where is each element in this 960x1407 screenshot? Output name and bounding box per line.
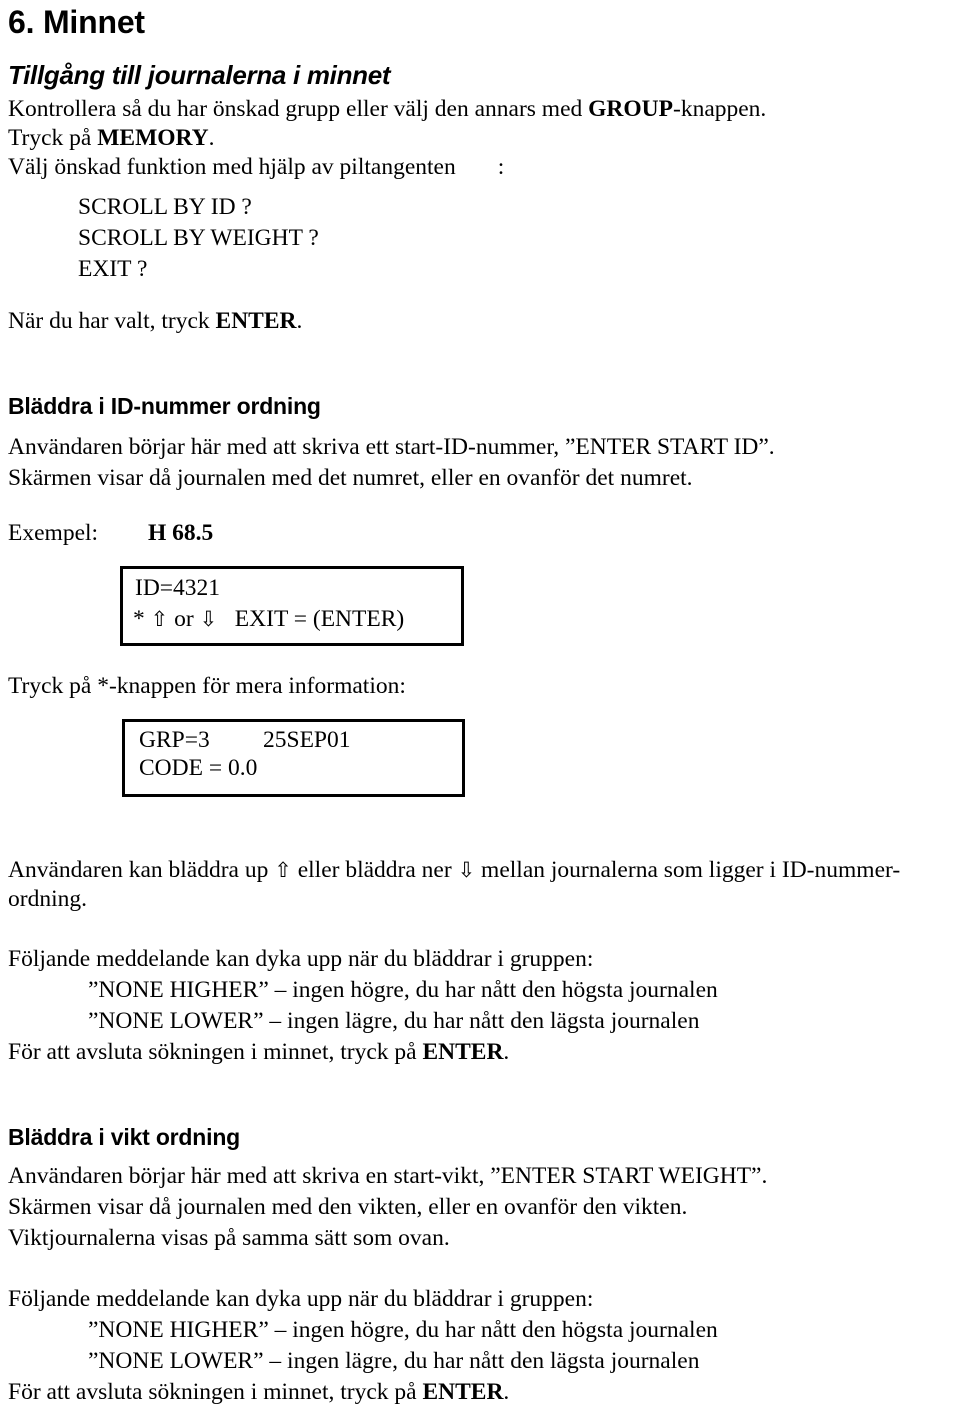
lcd-display-id: ID=4321 * ⇧ or ⇩ EXIT = (ENTER) (120, 566, 464, 646)
intro-line-enter-post: . (296, 308, 303, 334)
document-page: 6. Minnet Tillgång till journalerna i mi… (0, 0, 960, 1405)
messages2-none-lower: ”NONE LOWER” – ingen lägre, du har nått … (88, 1348, 700, 1374)
id-order-line-1: Användaren börjar här med att skriva ett… (8, 434, 775, 460)
messages1-exit-post: . (503, 1039, 510, 1065)
weight-order-line-1: Användaren börjar här med att skriva en … (8, 1163, 768, 1189)
section-heading-id-order: Bläddra i ID-nummer ordning (8, 393, 321, 419)
arrow-up-icon: ⇧ (150, 607, 169, 631)
messages2-exit-post: . (503, 1379, 510, 1405)
press-star-line: Tryck på *-knappen för mera information: (8, 673, 406, 699)
messages1-exit-line: För att avsluta sökningen i minnet, tryc… (8, 1038, 509, 1067)
messages2-none-higher: ”NONE HIGHER” – ingen högre, du har nått… (88, 1317, 718, 1343)
example-label: Exempel: (8, 520, 99, 546)
messages2-exit-line: För att avsluta sökningen i minnet, tryc… (8, 1378, 509, 1407)
arrow-down-icon: ⇩ (199, 607, 218, 631)
scroll-note-line1: Användaren kan bläddra up ⇧ eller bläddr… (8, 856, 900, 885)
option-exit: EXIT ? (78, 256, 148, 282)
intro-line-enter-pre: När du har valt, tryck (8, 308, 216, 334)
enter-key-label: ENTER (422, 1379, 504, 1405)
lcd-row2-or: or (168, 606, 200, 632)
scroll-note-pre: Användaren kan bläddra up (8, 857, 275, 883)
section-heading-access: Tillgång till journalerna i minnet (8, 60, 391, 90)
lcd-group-row2: CODE = 0.0 (139, 755, 258, 781)
arrow-up-icon: ⇧ (274, 858, 292, 882)
enter-key-label: ENTER (215, 308, 297, 334)
intro-line-memory-post: . (208, 125, 215, 151)
intro-line-select-text: Välj önskad funktion med hjälp av piltan… (8, 154, 456, 180)
intro-line-memory: Tryck på MEMORY. (8, 124, 215, 153)
lcd-display-group: GRP=3 25SEP01 CODE = 0.0 (122, 719, 465, 797)
lcd-group-row1-right: 25SEP01 (263, 727, 351, 753)
scroll-note-mid: eller bläddra ner (291, 857, 458, 883)
lcd-group-row1-left: GRP=3 (139, 727, 210, 753)
intro-line-group-post: -knappen. (673, 96, 767, 122)
scroll-note-line2: ordning. (8, 886, 87, 912)
lcd-row2-star: * (133, 606, 151, 632)
lcd-display-id-row2: * ⇧ or ⇩ EXIT = (ENTER) (133, 605, 404, 633)
messages1-none-lower: ”NONE LOWER” – ingen lägre, du har nått … (88, 1008, 700, 1034)
option-scroll-by-id: SCROLL BY ID ? (78, 194, 252, 220)
intro-line-enter: När du har valt, tryck ENTER. (8, 307, 302, 336)
lcd-display-id-row1: ID=4321 (135, 575, 221, 601)
messages1-intro: Följande meddelande kan dyka upp när du … (8, 946, 594, 972)
arrow-down-icon: ⇩ (457, 858, 476, 882)
page-title: 6. Minnet (8, 4, 145, 40)
intro-line-group-pre: Kontrollera så du har önskad grupp eller… (8, 96, 589, 122)
section-heading-weight-order: Bläddra i vikt ordning (8, 1124, 241, 1150)
lcd-row2-exit: EXIT = (ENTER) (217, 606, 405, 632)
memory-key-label: MEMORY (97, 125, 209, 151)
id-order-line-2: Skärmen visar då journalen med det numre… (8, 465, 693, 491)
option-scroll-by-weight: SCROLL BY WEIGHT ? (78, 225, 319, 251)
intro-line-select-colon: : (497, 154, 505, 180)
scroll-note-post: mellan journalerna som ligger i ID-numme… (475, 857, 901, 883)
intro-line-memory-pre: Tryck på (8, 125, 98, 151)
weight-order-line-3: Viktjournalerna visas på samma sätt som … (8, 1225, 450, 1251)
intro-line-group: Kontrollera så du har önskad grupp eller… (8, 95, 766, 124)
enter-key-label: ENTER (422, 1039, 504, 1065)
messages1-exit-pre: För att avsluta sökningen i minnet, tryc… (8, 1039, 423, 1065)
messages2-intro: Följande meddelande kan dyka upp när du … (8, 1286, 594, 1312)
group-key-label: GROUP (588, 96, 673, 122)
intro-line-select: Välj önskad funktion med hjälp av piltan… (8, 153, 504, 182)
example-value: H 68.5 (148, 520, 214, 546)
weight-order-line-2: Skärmen visar då journalen med den vikte… (8, 1194, 688, 1220)
messages1-none-higher: ”NONE HIGHER” – ingen högre, du har nått… (88, 977, 718, 1003)
messages2-exit-pre: För att avsluta sökningen i minnet, tryc… (8, 1379, 423, 1405)
